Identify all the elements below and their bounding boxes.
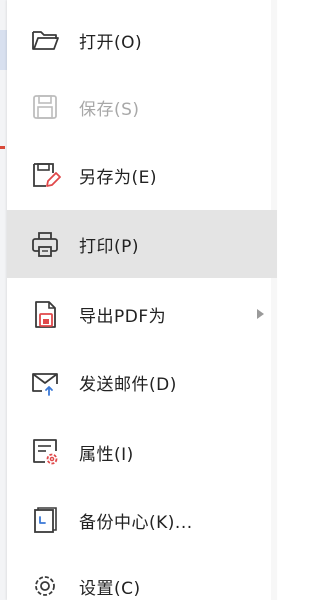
menu-item-label: 另存为(E) bbox=[79, 167, 158, 188]
background-app-block bbox=[0, 30, 7, 70]
menu-item-open[interactable]: 打开(O) bbox=[7, 6, 277, 74]
menu-item-label: 发送邮件(D) bbox=[79, 374, 177, 395]
menu-item-label: 保存(S) bbox=[79, 99, 140, 120]
menu-item-label: 导出PDF为 bbox=[79, 306, 167, 327]
properties-icon bbox=[33, 439, 58, 465]
menu-item-save-as[interactable]: 另存为(E) bbox=[7, 141, 277, 209]
menu-item-label: 属性(I) bbox=[79, 444, 134, 465]
save-as-icon bbox=[33, 163, 61, 187]
printer-icon bbox=[32, 232, 58, 257]
submenu-arrow-icon bbox=[257, 309, 264, 319]
menu-item-label: 设置(C) bbox=[79, 578, 141, 599]
menu-item-print[interactable]: 打印(P) bbox=[7, 210, 277, 278]
folder-open-icon bbox=[32, 31, 59, 50]
screen: 打开(O) 保存(S) 另存为(E) 打印(P) 导出PDF为 发送邮件(D) … bbox=[0, 0, 283, 600]
menu-item-label: 打印(P) bbox=[79, 236, 140, 257]
background-app-edge bbox=[0, 0, 7, 600]
background-app-mark bbox=[0, 146, 5, 149]
menu-item-properties[interactable]: 属性(I) bbox=[7, 418, 277, 486]
menu-item-send-mail[interactable]: 发送邮件(D) bbox=[7, 348, 277, 416]
menu-item-backup-center[interactable]: 备份中心(K)... bbox=[7, 486, 277, 554]
mail-send-icon bbox=[32, 373, 58, 396]
export-pdf-icon bbox=[35, 301, 56, 328]
save-icon bbox=[33, 95, 57, 119]
settings-icon bbox=[35, 576, 55, 596]
menu-item-settings[interactable]: 设置(C) bbox=[7, 552, 277, 600]
menu-item-export-pdf[interactable]: 导出PDF为 bbox=[7, 280, 277, 348]
menu-item-save[interactable]: 保存(S) bbox=[7, 73, 277, 141]
file-menu: 打开(O) 保存(S) 另存为(E) 打印(P) 导出PDF为 发送邮件(D) … bbox=[7, 0, 277, 600]
menu-item-label: 备份中心(K)... bbox=[79, 512, 193, 533]
backup-center-icon bbox=[34, 507, 57, 533]
menu-item-label: 打开(O) bbox=[79, 32, 143, 53]
